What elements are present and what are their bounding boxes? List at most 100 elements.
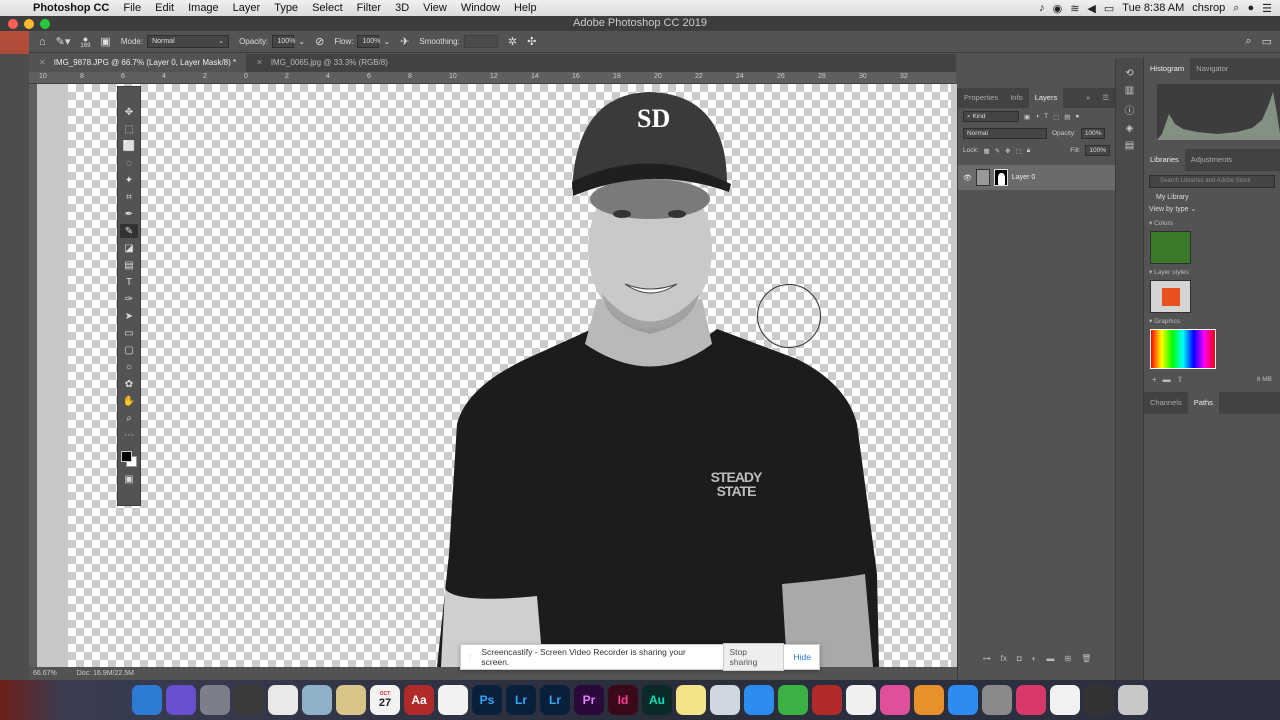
histogram-icon[interactable]: ▥ — [1125, 85, 1134, 96]
flow-field[interactable]: 100% — [357, 35, 380, 48]
delete-layer-icon[interactable]: 🗑︎ — [1081, 654, 1091, 668]
visibility-eye-icon[interactable]: 👁︎ — [963, 174, 972, 182]
dock-preview2-icon[interactable] — [710, 685, 740, 715]
tab-paths[interactable]: Paths — [1187, 392, 1219, 414]
tab-img-9878[interactable]: ✕ IMG_9878.JPG @ 66.7% (Layer 0, Layer M… — [29, 54, 247, 72]
type-tool-icon[interactable]: T — [120, 275, 138, 289]
dock-au-icon[interactable]: Au — [642, 685, 672, 715]
minimize-window-button[interactable] — [24, 19, 34, 29]
smoothing-field[interactable] — [463, 35, 498, 48]
dock-creative-cloud-icon[interactable] — [1016, 685, 1046, 715]
menu-3d[interactable]: 3D — [388, 2, 416, 14]
dock-reminders-icon[interactable] — [438, 685, 468, 715]
panel-menu-icon[interactable]: ☰ — [1096, 88, 1115, 108]
dock-calendar-icon[interactable]: OCT 27 — [370, 685, 400, 715]
adjustment-layer-icon[interactable]: ◐ — [1032, 654, 1037, 668]
new-group-icon[interactable]: ▬ — [1047, 654, 1055, 668]
dock-terminal-icon[interactable] — [1084, 685, 1114, 715]
pen-tool-icon[interactable]: ✑ — [120, 292, 138, 306]
dock-launchpad-icon[interactable] — [200, 685, 230, 715]
eyedropper-tool-icon[interactable]: ✒ — [120, 207, 138, 221]
libraries-icon[interactable]: ▤ — [1125, 140, 1134, 151]
hide-button[interactable]: Hide — [794, 652, 811, 662]
layer-row[interactable]: 👁︎ Layer 0 — [958, 165, 1115, 190]
dock-system-preferences-icon[interactable] — [982, 685, 1012, 715]
tab-navigator[interactable]: Navigator — [1190, 58, 1234, 80]
tab-properties[interactable]: Properties — [958, 88, 1004, 108]
foreground-color-swatch[interactable] — [121, 451, 132, 462]
zoom-tool-icon[interactable]: ⌕ — [120, 411, 138, 425]
color-swatches[interactable] — [119, 449, 139, 469]
menu-window[interactable]: Window — [454, 2, 507, 14]
dock-pr-icon[interactable]: Pr — [574, 685, 604, 715]
zoom-level[interactable]: 66.67% — [33, 670, 57, 677]
dock-dictionary-icon[interactable]: Aa — [404, 685, 434, 715]
library-search-input[interactable]: Search Libraries and Adobe Stock — [1149, 175, 1275, 188]
dock-id-icon[interactable]: Id — [608, 685, 638, 715]
smoothing-settings-gear-icon[interactable]: ✲ — [508, 35, 517, 48]
add-element-icon[interactable]: + — [1152, 375, 1157, 384]
lock-pixels-icon[interactable]: ✎ — [995, 147, 1000, 155]
graphics-section-header[interactable]: ▾ Graphics — [1144, 313, 1280, 329]
stop-sharing-button[interactable]: Stop sharing — [722, 643, 784, 671]
workspace-icon[interactable]: ▭ — [1262, 35, 1272, 48]
layer-opacity-field[interactable]: 100% — [1080, 128, 1106, 139]
marquee-tool-icon[interactable]: ⬜ — [120, 139, 138, 153]
menu-help[interactable]: Help — [507, 2, 544, 14]
top-ruler[interactable]: 10 8 6 4 2 0 2 4 6 8 10 12 14 16 18 20 22 24 26 28 30 32 — [29, 72, 956, 84]
dock-lr-icon[interactable]: Lr — [506, 685, 536, 715]
close-window-button[interactable] — [8, 19, 18, 29]
layer-thumbnail[interactable] — [975, 169, 990, 186]
dock-notes-icon[interactable] — [336, 685, 366, 715]
add-mask-icon[interactable]: ◘ — [1017, 654, 1022, 668]
layers-icon[interactable]: ◈ — [1126, 123, 1134, 134]
info-icon[interactable]: ⓘ — [1125, 102, 1135, 117]
dock-finder-icon[interactable] — [132, 685, 162, 715]
lock-transparency-icon[interactable]: ▦ — [984, 147, 990, 155]
path-selection-tool-icon[interactable]: ➤ — [120, 309, 138, 323]
tab-libraries[interactable]: Libraries — [1144, 149, 1185, 171]
menu-view[interactable]: View — [416, 2, 454, 14]
home-icon[interactable]: ⌂ — [39, 36, 46, 48]
brush-tool-preset-icon[interactable]: ✎▾ — [56, 35, 71, 48]
left-ruler[interactable] — [29, 84, 37, 667]
folder-icon[interactable]: ▬ — [1163, 375, 1171, 384]
upload-icon[interactable]: ⇧ — [1177, 375, 1184, 384]
artboard-tool-icon[interactable]: ⬚ — [120, 122, 138, 136]
fill-field[interactable]: 100% — [1085, 145, 1110, 156]
wifi-icon[interactable]: ≋ — [1070, 2, 1079, 15]
custom-shape-tool-icon[interactable]: ✿ — [120, 377, 138, 391]
rounded-rectangle-tool-icon[interactable]: ▢ — [120, 343, 138, 357]
gradient-tool-icon[interactable]: ▤ — [120, 258, 138, 272]
app-menu[interactable]: Photoshop CC — [26, 2, 116, 14]
lasso-tool-icon[interactable]: ◌ — [120, 156, 138, 170]
clock[interactable]: Tue 8:38 AM — [1122, 2, 1184, 14]
menu-type[interactable]: Type — [267, 2, 305, 14]
dock-preview-icon[interactable] — [302, 685, 332, 715]
lock-artboard-icon[interactable]: ⬚ — [1016, 147, 1022, 155]
dock-photos-icon[interactable] — [846, 685, 876, 715]
filter-kind-dropdown[interactable]: ⌕ Kind — [963, 111, 1019, 122]
opacity-field[interactable]: 100% — [272, 35, 295, 48]
layer-styles-section-header[interactable]: ▾ Layer styles — [1144, 264, 1280, 280]
menu-edit[interactable]: Edit — [148, 2, 181, 14]
search-icon[interactable]: ⌕ — [1245, 35, 1251, 48]
crop-tool-icon[interactable]: ⌗ — [120, 190, 138, 204]
filter-shape-icon[interactable]: ⬚ — [1053, 113, 1059, 121]
history-icon[interactable]: ⟲ — [1125, 68, 1133, 79]
brush-preset-picker[interactable]: ● 169 — [80, 34, 90, 49]
library-color-swatch[interactable] — [1150, 231, 1191, 264]
zoom-window-button[interactable] — [40, 19, 50, 29]
tab-histogram[interactable]: Histogram — [1144, 58, 1191, 80]
user-name[interactable]: chsrop — [1192, 2, 1225, 14]
opacity-dropdown-icon[interactable]: ⌄ — [298, 37, 305, 46]
collapse-panel-icon[interactable]: » — [1080, 88, 1096, 108]
layer-mask-thumbnail[interactable] — [993, 169, 1008, 186]
siri-icon[interactable]: ● — [1247, 2, 1254, 14]
dock-ibooks-icon[interactable] — [914, 685, 944, 715]
volume-icon[interactable]: ◀ — [1087, 2, 1095, 15]
dock-messages-icon[interactable] — [744, 685, 774, 715]
link-layers-icon[interactable]: ⊶ — [983, 654, 991, 668]
dock-app-store-icon[interactable] — [948, 685, 978, 715]
tab-adjustments[interactable]: Adjustments — [1185, 149, 1238, 171]
